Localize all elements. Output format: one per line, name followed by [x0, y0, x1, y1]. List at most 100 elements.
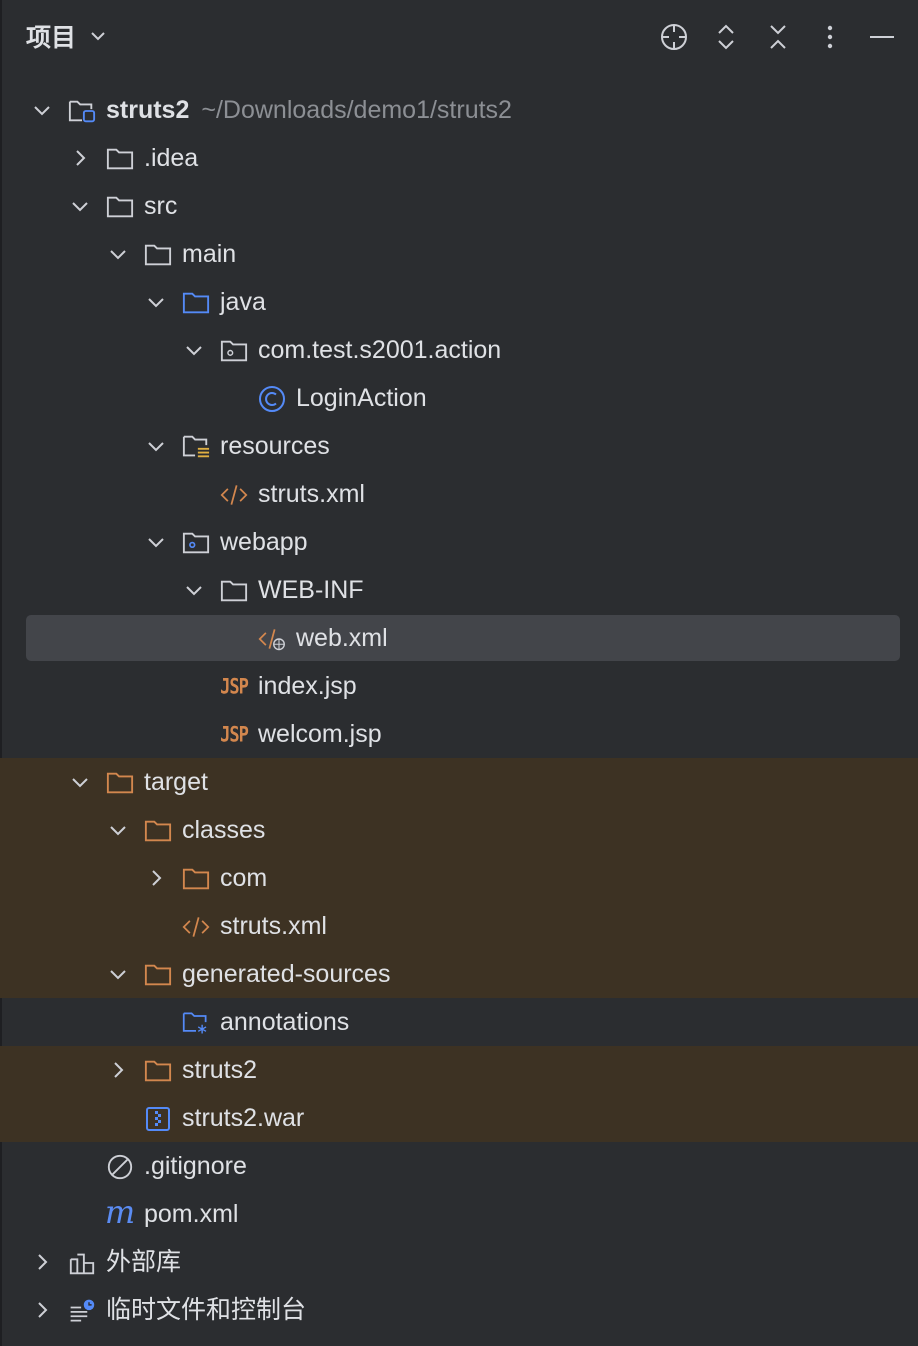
tree-label-struts-xml-src: struts.xml	[258, 480, 365, 508]
tree-label-scratches: 临时文件和控制台	[106, 1296, 307, 1324]
tree-node-struts2-dir[interactable]: struts2	[0, 1046, 918, 1094]
ignore-file-icon	[106, 1153, 134, 1181]
tree-label-annotations: annotations	[220, 1008, 350, 1036]
tree-label-struts2-dir: struts2	[182, 1056, 258, 1084]
tree-label-web-xml: web.xml	[296, 624, 388, 652]
tree-node-gitignore[interactable]: .gitignore	[0, 1142, 918, 1190]
tree-label-java: java	[220, 288, 266, 316]
tree-node-com[interactable]: com	[0, 854, 918, 902]
generated-source-folder-icon	[182, 1009, 210, 1037]
tree-node-package[interactable]: com.test.s2001.action	[0, 326, 918, 374]
tree-node-pom-xml[interactable]: m pom.xml	[0, 1190, 918, 1238]
chevron-right-icon[interactable]	[108, 1060, 128, 1080]
expand-all-button[interactable]	[709, 20, 743, 54]
tree-node-struts-xml-classes[interactable]: struts.xml	[0, 902, 918, 950]
source-root-folder-icon	[182, 289, 210, 317]
folder-icon	[106, 193, 134, 221]
tree-node-scratches[interactable]: 临时文件和控制台	[0, 1286, 918, 1334]
tree-label-src: src	[144, 192, 178, 220]
web-xml-file-icon	[258, 625, 286, 653]
tree-node-generated-sources[interactable]: generated-sources	[0, 950, 918, 998]
tree-node-webapp[interactable]: webapp	[0, 518, 918, 566]
project-tree: struts2 ~/Downloads/demo1/struts2 .idea s…	[0, 86, 918, 1334]
chevron-down-icon[interactable]	[108, 244, 128, 264]
minimize-button[interactable]	[865, 20, 899, 54]
chevron-down-icon[interactable]	[184, 340, 204, 360]
tree-label-target: target	[144, 768, 208, 796]
excluded-folder-icon	[106, 769, 134, 797]
chevron-down-icon[interactable]	[146, 532, 166, 552]
tree-node-login-action[interactable]: LoginAction	[0, 374, 918, 422]
collapse-all-button[interactable]	[761, 20, 795, 54]
package-icon	[220, 337, 248, 365]
tree-label-login-action: LoginAction	[296, 384, 427, 412]
tree-node-main[interactable]: main	[0, 230, 918, 278]
tree-node-resources[interactable]: resources	[0, 422, 918, 470]
root-path: ~/Downloads/demo1/struts2	[201, 96, 512, 124]
tree-label-web-inf: WEB-INF	[258, 576, 364, 604]
tree-label-idea: .idea	[144, 144, 199, 172]
more-options-button[interactable]	[813, 20, 847, 54]
library-icon	[68, 1249, 96, 1277]
locate-icon	[661, 24, 687, 50]
locate-button[interactable]	[657, 20, 691, 54]
folder-icon	[220, 577, 248, 605]
tree-node-java[interactable]: java	[0, 278, 918, 326]
tree-node-struts-xml-src[interactable]: struts.xml	[0, 470, 918, 518]
minimize-icon	[870, 36, 894, 38]
title-dropdown-chevron-icon[interactable]	[88, 26, 108, 46]
tree-node-classes[interactable]: classes	[0, 806, 918, 854]
more-options-icon	[827, 25, 833, 49]
excluded-folder-icon	[144, 961, 172, 989]
tree-label-generated-sources: generated-sources	[182, 960, 391, 988]
chevron-right-icon[interactable]	[70, 148, 90, 168]
panel-title[interactable]: 项目	[26, 18, 76, 54]
tree-node-struts2-war[interactable]: struts2.war	[0, 1094, 918, 1142]
folder-icon	[144, 241, 172, 269]
chevron-down-icon[interactable]	[146, 292, 166, 312]
tree-label-classes: classes	[182, 816, 266, 844]
chevron-down-icon[interactable]	[70, 196, 90, 216]
tree-label-resources: resources	[220, 432, 330, 460]
module-folder-icon	[68, 97, 96, 125]
tree-label-struts-xml-classes: struts.xml	[220, 912, 327, 940]
maven-file-icon: m	[104, 1193, 136, 1231]
tree-node-welcom-jsp[interactable]: JSP welcom.jsp	[0, 710, 918, 758]
tree-node-web-xml[interactable]: web.xml	[0, 614, 918, 662]
chevron-right-icon[interactable]	[32, 1300, 52, 1320]
tree-node-web-inf[interactable]: WEB-INF	[0, 566, 918, 614]
chevron-down-icon[interactable]	[32, 100, 52, 120]
xml-file-icon	[220, 481, 248, 509]
xml-file-icon	[182, 913, 210, 941]
tree-node-annotations[interactable]: annotations	[0, 998, 918, 1046]
tree-label-package: com.test.s2001.action	[258, 336, 502, 364]
tree-label-pom-xml: pom.xml	[144, 1200, 239, 1228]
chevron-down-icon[interactable]	[108, 964, 128, 984]
excluded-folder-icon	[182, 865, 210, 893]
collapse-all-icon	[770, 25, 786, 49]
folder-icon	[106, 145, 134, 173]
resources-root-folder-icon	[182, 433, 210, 461]
tree-label-com: com	[220, 864, 268, 892]
web-folder-icon	[182, 529, 210, 557]
jsp-file-icon: JSP	[220, 674, 249, 700]
tree-label-index-jsp: index.jsp	[258, 672, 357, 700]
tree-node-struts2-root[interactable]: struts2 ~/Downloads/demo1/struts2	[0, 86, 918, 134]
tree-label-external-libraries: 外部库	[106, 1248, 182, 1276]
tree-node-external-libraries[interactable]: 外部库	[0, 1238, 918, 1286]
scratches-icon	[68, 1297, 96, 1325]
tree-label-welcom-jsp: welcom.jsp	[258, 720, 382, 748]
chevron-down-icon[interactable]	[184, 580, 204, 600]
excluded-folder-icon	[144, 1057, 172, 1085]
tree-node-src[interactable]: src	[0, 182, 918, 230]
tree-node-index-jsp[interactable]: JSP index.jsp	[0, 662, 918, 710]
tree-node-idea[interactable]: .idea	[0, 134, 918, 182]
root-name: struts2	[106, 96, 190, 124]
chevron-down-icon[interactable]	[70, 772, 90, 792]
chevron-right-icon[interactable]	[146, 868, 166, 888]
chevron-down-icon[interactable]	[108, 820, 128, 840]
tree-node-target[interactable]: target	[0, 758, 918, 806]
tree-label-gitignore: .gitignore	[144, 1152, 247, 1180]
chevron-down-icon[interactable]	[146, 436, 166, 456]
chevron-right-icon[interactable]	[32, 1252, 52, 1272]
